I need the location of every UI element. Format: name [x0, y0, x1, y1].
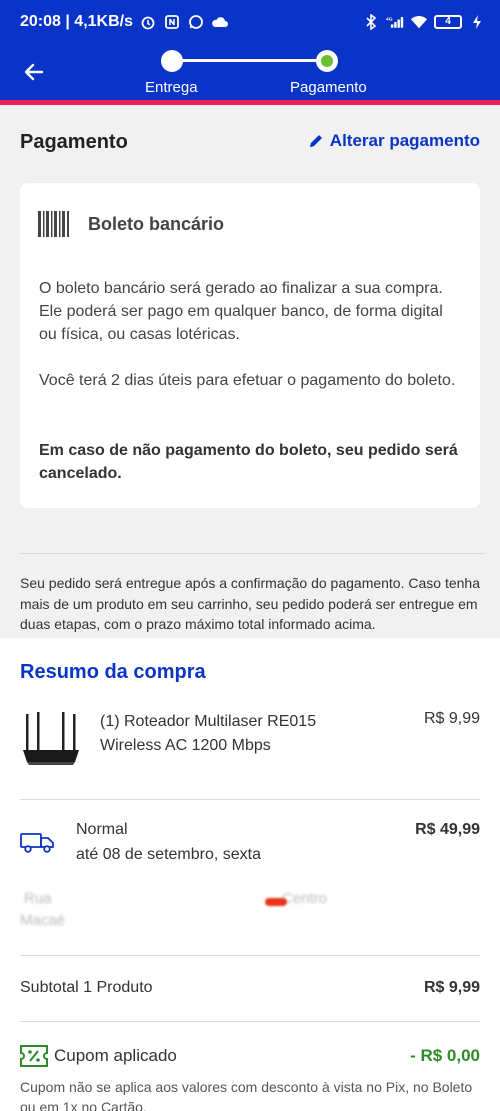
back-button[interactable] [20, 58, 48, 86]
status-bar: 20:08 | 4,1KB/s 4G 4 [0, 0, 500, 44]
signal-icon: 4G [386, 13, 404, 31]
coupon-value: - R$ 0,00 [410, 1046, 480, 1065]
checkout-stepper: Entrega Pagamento [130, 50, 380, 96]
bluetooth-icon [362, 13, 380, 31]
address-city: Macaé [20, 912, 66, 929]
whatsapp-icon [187, 13, 205, 31]
shipping-type: Normal [76, 821, 128, 838]
boleto-warning-text: Em caso de não pagamento do boleto, seu … [39, 442, 458, 482]
coupon-row: Cupom aplicado - R$ 0,00 [20, 1045, 480, 1069]
app-header: 20:08 | 4,1KB/s 4G 4 Entrega Pagamento [0, 0, 500, 104]
svg-text:4G: 4G [386, 16, 393, 22]
payment-section: Pagamento Alterar pagamento Boleto bancá… [0, 105, 500, 638]
shipping-date: até 08 de setembro, sexta [76, 846, 261, 863]
coupon-note: Cupom não se aplica aos valores com desc… [20, 1079, 473, 1111]
boleto-card: Boleto bancário O boleto bancário será g… [20, 183, 480, 508]
change-payment-label: Alterar pagamento [329, 131, 480, 150]
coupon-icon [20, 1045, 48, 1067]
shipping-row: Normal até 08 de setembro, sexta R$ 49,9… [20, 818, 480, 878]
address-street: Rua [24, 890, 52, 907]
wifi-icon [410, 13, 428, 31]
divider [20, 799, 480, 800]
product-name: (1) Roteador Multilaser RE015 Wireless A… [100, 713, 317, 754]
nfc-icon [163, 13, 181, 31]
router-product-image [23, 712, 79, 765]
boleto-deadline-text: Você terá 2 dias úteis para efetuar o pa… [39, 372, 456, 389]
summary-title: Resumo da compra [20, 661, 206, 683]
alarm-icon [139, 13, 157, 31]
shipping-price: R$ 49,99 [415, 821, 480, 838]
battery-icon: 4 [434, 15, 462, 29]
barcode-icon [38, 211, 69, 237]
pencil-icon [309, 135, 322, 147]
change-payment-button[interactable]: Alterar pagamento [308, 131, 480, 151]
redaction-mark [265, 898, 287, 906]
step-delivery-dot[interactable] [161, 50, 183, 72]
charging-icon [468, 13, 486, 31]
address-district: Centro [282, 890, 328, 907]
divider [20, 955, 480, 956]
payment-title: Pagamento [20, 131, 128, 153]
step-delivery-label[interactable]: Entrega [145, 79, 198, 96]
delivery-note: Seu pedido será entregue após a confirma… [20, 553, 485, 635]
subtotal-label: Subtotal 1 Produto [20, 979, 153, 996]
stepper-line [172, 59, 328, 62]
product-price: R$ 9,99 [423, 710, 480, 727]
coupon-label: Cupom aplicado [54, 1046, 177, 1065]
step-payment-label: Pagamento [290, 79, 367, 96]
payment-method-name: Boleto bancário [88, 213, 225, 234]
shipping-address: Rua Macaé Centro [20, 890, 340, 934]
product-row: (1) Roteador Multilaser RE015 Wireless A… [20, 710, 480, 772]
cloud-icon [211, 13, 229, 31]
step-payment-dot [316, 50, 338, 72]
status-time: 20:08 | 4,1KB/s [20, 13, 133, 30]
boleto-info-text: O boleto bancário será gerado ao finaliz… [39, 280, 443, 343]
subtotal-row: Subtotal 1 Produto R$ 9,99 [20, 979, 480, 997]
arrow-left-icon [24, 63, 44, 81]
truck-icon [20, 833, 54, 853]
divider [20, 1021, 480, 1022]
subtotal-value: R$ 9,99 [423, 979, 480, 996]
